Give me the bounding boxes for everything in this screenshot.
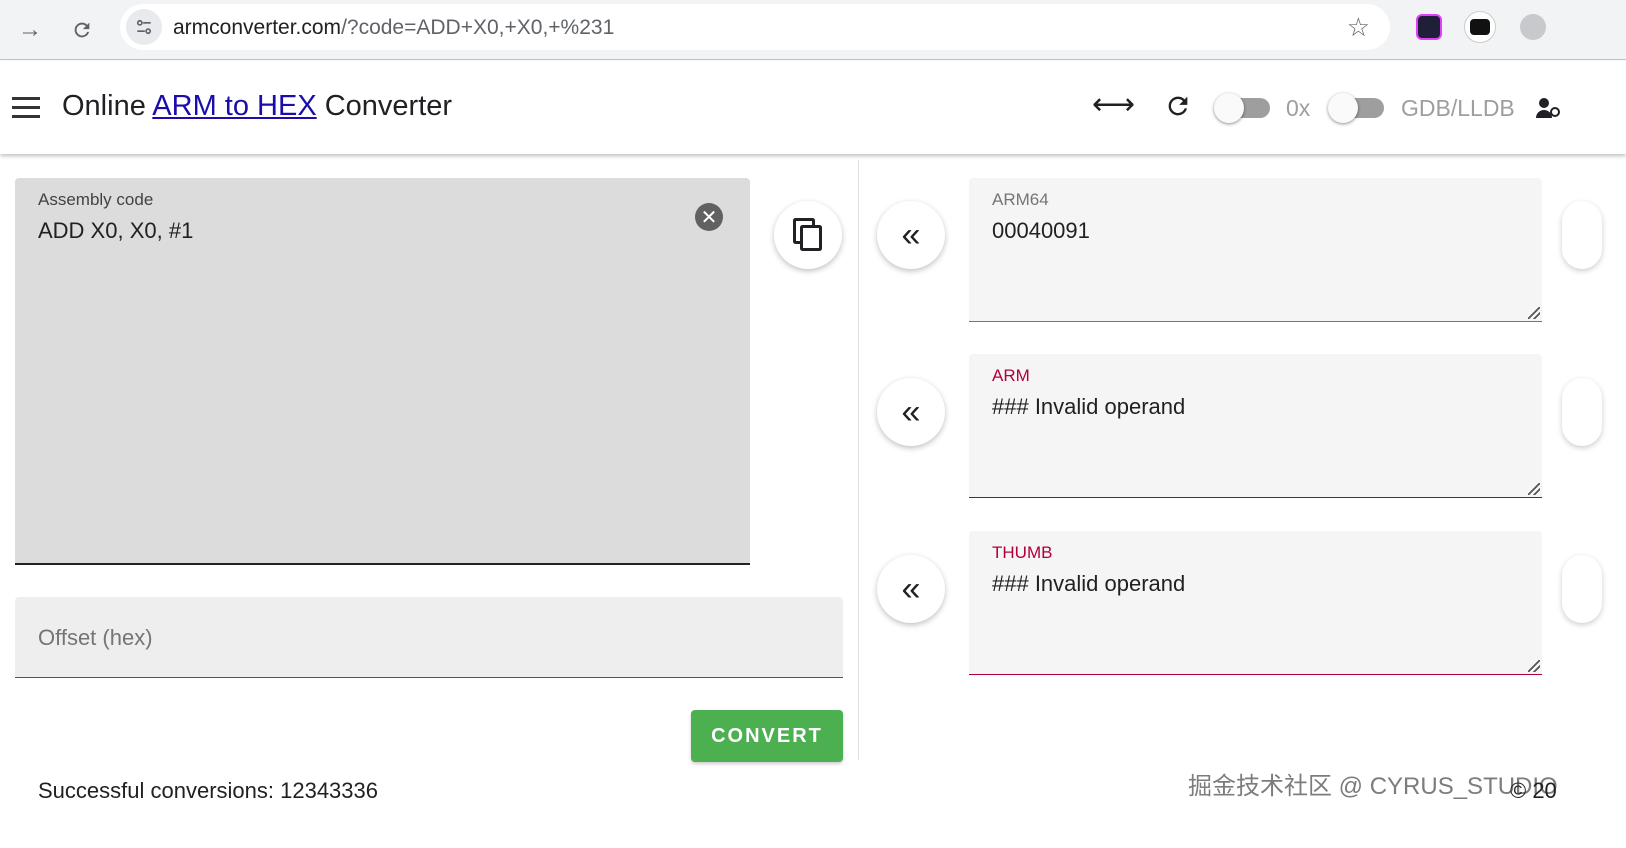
copy-thumb-button[interactable] [1562,555,1602,623]
assembly-code-label: Assembly code [38,190,154,209]
arm64-label: ARM64 [992,190,1049,209]
conversion-count: Successful conversions: 12343336 [38,778,378,803]
convert-back-arm64-button[interactable]: « [877,201,945,269]
arm64-value[interactable]: 00040091 [992,218,1090,244]
convert-back-arm-button[interactable]: « [877,378,945,446]
watermark: 掘金技术社区 @ CYRUS_STUDIO [1188,773,1558,800]
double-chevron-left-icon: « [901,569,921,608]
offset-input[interactable]: Offset (hex) [38,625,153,651]
convert-back-thumb-button[interactable]: « [877,555,945,623]
copy-arm-button[interactable] [1562,378,1602,446]
copy-button[interactable] [774,201,842,269]
url-host: armconverter.com [173,16,342,39]
thumb-value[interactable]: ### Invalid operand [992,571,1185,597]
account-icon[interactable] [1536,96,1562,126]
panel-divider [858,160,859,760]
copy-icon [793,218,822,251]
assembly-code-input[interactable]: ADD X0, X0, #1 [38,218,193,244]
app-header: Online ARM to HEX Converter ⟷ 0x GDB/LLD… [0,61,1626,154]
refresh-icon[interactable] [1164,92,1192,128]
copy-arm64-button[interactable] [1562,201,1602,269]
resize-handle-icon[interactable] [1528,483,1540,495]
thumb-label: THUMB [992,543,1053,562]
page-title: Online ARM to HEX Converter [62,90,452,123]
arm-value[interactable]: ### Invalid operand [992,394,1185,420]
resize-handle-icon[interactable] [1528,307,1540,319]
double-chevron-left-icon: « [901,215,921,254]
bookmark-star-icon[interactable]: ☆ [1347,12,1370,43]
arm64-output-field[interactable]: ARM64 00040091 [969,178,1542,322]
reload-icon[interactable] [62,10,102,50]
url-text: armconverter.com/?code=ADD+X0,+X0,+%231 [173,16,614,40]
double-chevron-left-icon: « [901,392,921,431]
gdb-lldb-label: GDB/LLDB [1401,95,1515,121]
address-bar[interactable]: armconverter.com/?code=ADD+X0,+X0,+%231 … [120,4,1390,50]
offset-field[interactable]: Offset (hex) [15,597,843,678]
clear-icon[interactable]: ✕ [695,203,723,231]
title-prefix: Online [62,90,153,122]
title-suffix: Converter [316,90,453,122]
toggle-knob [1328,93,1358,123]
url-path: /?code=ADD+X0,+X0,+%231 [341,16,615,39]
globe-icon[interactable] [1520,14,1546,40]
thumb-output-field[interactable]: THUMB ### Invalid operand [969,531,1542,675]
menu-icon[interactable] [12,97,40,119]
profile-extension-icon[interactable] [1464,11,1496,43]
hex-prefix-toggle[interactable] [1214,93,1270,123]
swap-arrows-icon[interactable]: ⟷ [1092,87,1135,122]
hex-prefix-label: 0x [1286,95,1311,121]
gdb-lldb-toggle[interactable] [1328,93,1384,123]
copyright: © 20 [1510,778,1557,803]
browser-toolbar: → armconverter.com/?code=ADD+X0,+X0,+%23… [0,0,1626,60]
assembly-code-field[interactable]: Assembly code ADD X0, X0, #1 ✕ [15,178,750,565]
resize-handle-icon[interactable] [1528,660,1540,672]
arm-output-field[interactable]: ARM ### Invalid operand [969,354,1542,498]
arm-label: ARM [992,366,1030,385]
forward-arrow-icon[interactable]: → [10,10,50,50]
site-settings-icon[interactable] [126,9,162,45]
toggle-knob [1214,93,1244,123]
convert-button[interactable]: CONVERT [691,710,843,762]
extension-icon[interactable] [1416,14,1442,40]
title-link[interactable]: ARM to HEX [152,90,316,122]
